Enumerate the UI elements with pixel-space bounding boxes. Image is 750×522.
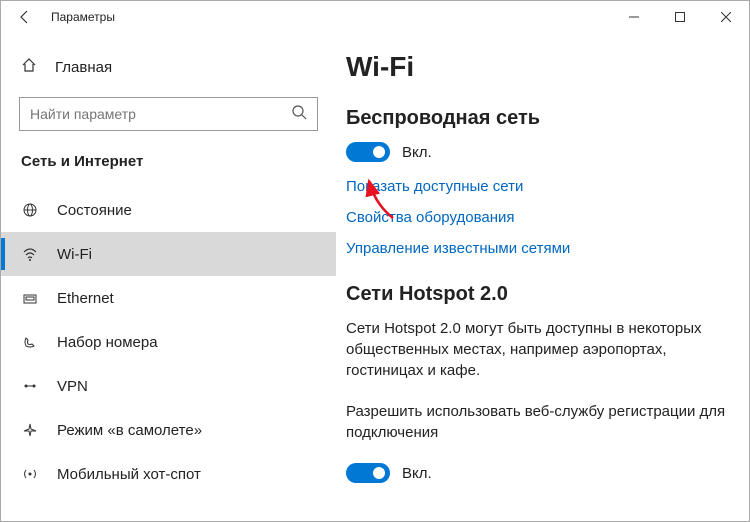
category-label: Сеть и Интернет bbox=[1, 153, 336, 170]
sidebar-item-vpn[interactable]: VPN bbox=[1, 364, 336, 408]
wifi-toggle-label: Вкл. bbox=[402, 144, 432, 161]
sidebar: Главная Сеть и Интернет Состояние Wi-Fi … bbox=[1, 33, 336, 521]
wifi-icon bbox=[21, 246, 39, 262]
arrow-left-icon bbox=[17, 9, 33, 25]
main-area: Главная Сеть и Интернет Состояние Wi-Fi … bbox=[1, 33, 749, 521]
home-nav[interactable]: Главная bbox=[1, 49, 336, 85]
wifi-toggle[interactable] bbox=[346, 142, 390, 162]
minimize-button[interactable] bbox=[611, 1, 657, 33]
sidebar-item-wifi[interactable]: Wi-Fi bbox=[1, 232, 336, 276]
hotspot-toggle[interactable] bbox=[346, 463, 390, 483]
close-button[interactable] bbox=[703, 1, 749, 33]
dialup-icon bbox=[21, 334, 39, 350]
manage-networks-link[interactable]: Управление известными сетями bbox=[346, 240, 729, 257]
hardware-properties-link[interactable]: Свойства оборудования bbox=[346, 209, 729, 226]
titlebar: Параметры bbox=[1, 1, 749, 33]
hotspot-description: Сети Hotspot 2.0 могут быть доступны в н… bbox=[346, 318, 729, 381]
sidebar-item-label: Режим «в самолете» bbox=[57, 422, 202, 439]
hotspot-allow-label: Разрешить использовать веб-службу регист… bbox=[346, 401, 729, 443]
search-box[interactable] bbox=[19, 97, 318, 131]
wireless-header: Беспроводная сеть bbox=[346, 107, 729, 130]
sidebar-item-hotspot[interactable]: Мобильный хот-спот bbox=[1, 452, 336, 496]
sidebar-item-label: Состояние bbox=[57, 202, 132, 219]
sidebar-item-label: Мобильный хот-спот bbox=[57, 466, 201, 483]
sidebar-item-label: Ethernet bbox=[57, 290, 114, 307]
sidebar-item-label: VPN bbox=[57, 378, 88, 395]
window-controls bbox=[611, 1, 749, 33]
sidebar-item-airplane[interactable]: Режим «в самолете» bbox=[1, 408, 336, 452]
sidebar-item-ethernet[interactable]: Ethernet bbox=[1, 276, 336, 320]
wifi-toggle-row: Вкл. bbox=[346, 142, 729, 162]
content-pane: Wi-Fi Беспроводная сеть Вкл. Показать до… bbox=[336, 33, 749, 521]
hotspot-toggle-row: Вкл. bbox=[346, 463, 729, 483]
sidebar-item-status[interactable]: Состояние bbox=[1, 188, 336, 232]
maximize-button[interactable] bbox=[657, 1, 703, 33]
globe-icon bbox=[21, 202, 39, 218]
show-networks-link[interactable]: Показать доступные сети bbox=[346, 178, 729, 195]
maximize-icon bbox=[675, 12, 685, 22]
home-label: Главная bbox=[55, 59, 112, 76]
minimize-icon bbox=[629, 12, 639, 22]
close-icon bbox=[721, 12, 731, 22]
ethernet-icon bbox=[21, 290, 39, 306]
window-title: Параметры bbox=[51, 10, 115, 24]
hotspot-icon bbox=[21, 466, 39, 482]
home-icon bbox=[21, 57, 37, 78]
search-icon bbox=[291, 104, 307, 125]
airplane-icon bbox=[21, 422, 39, 438]
back-button[interactable] bbox=[1, 1, 49, 33]
sidebar-item-label: Набор номера bbox=[57, 334, 158, 351]
vpn-icon bbox=[21, 378, 39, 394]
hotspot-toggle-label: Вкл. bbox=[402, 465, 432, 482]
page-title: Wi-Fi bbox=[346, 51, 729, 83]
hotspot-header: Сети Hotspot 2.0 bbox=[346, 283, 729, 306]
search-input[interactable] bbox=[30, 106, 291, 122]
sidebar-item-label: Wi-Fi bbox=[57, 246, 92, 263]
sidebar-item-dialup[interactable]: Набор номера bbox=[1, 320, 336, 364]
